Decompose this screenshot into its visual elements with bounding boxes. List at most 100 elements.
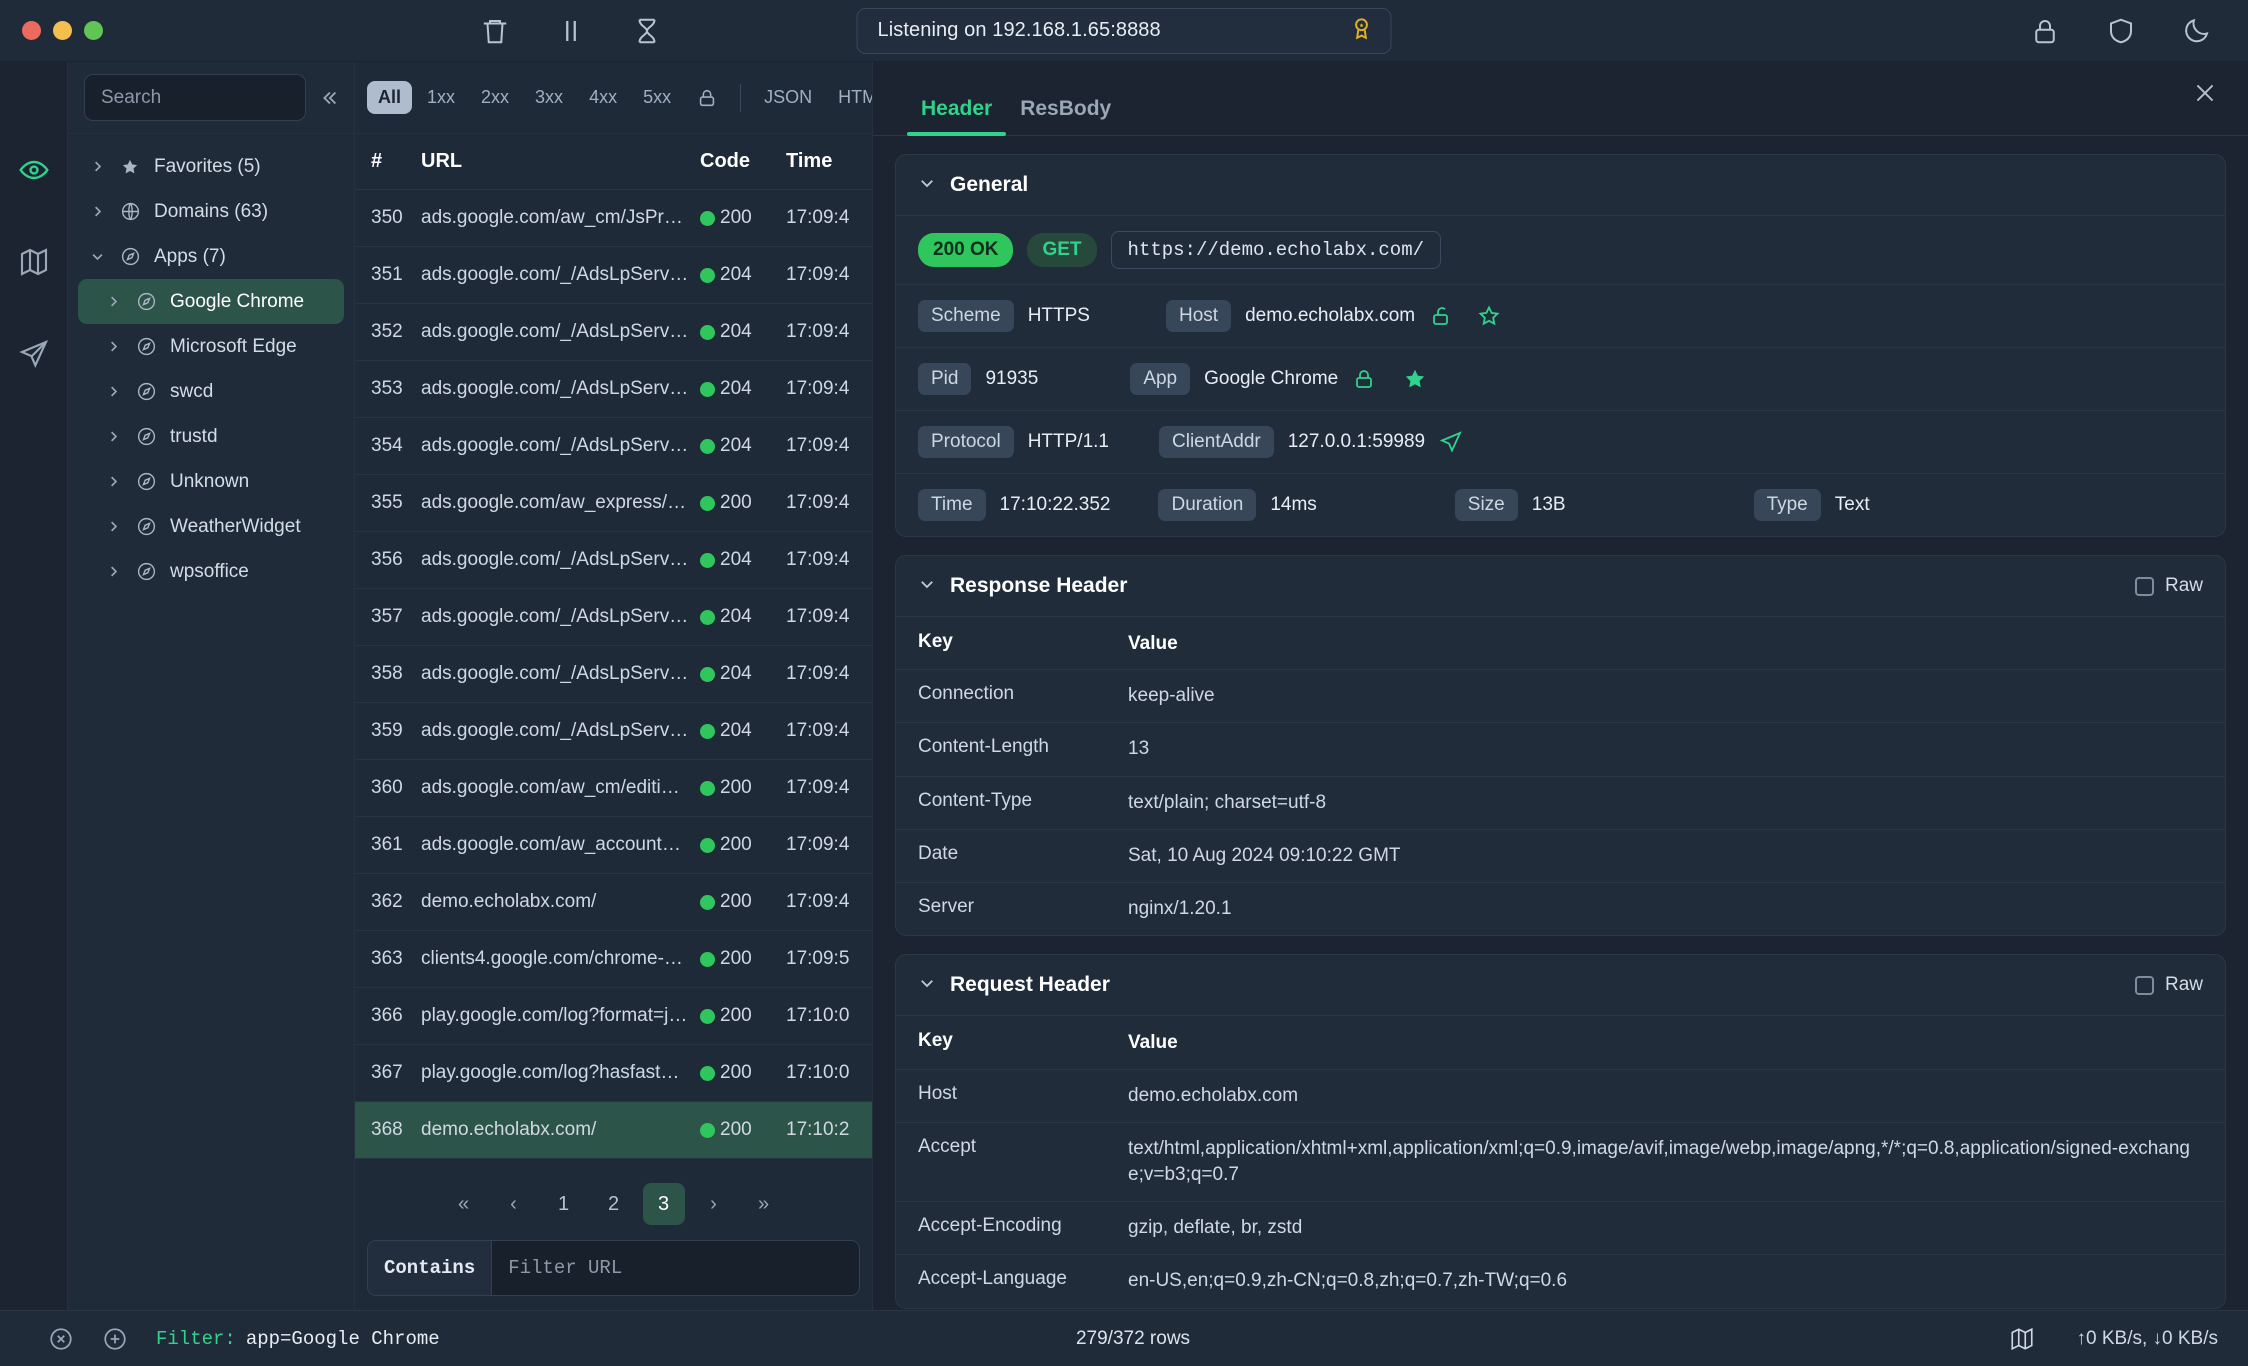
circle-x-icon[interactable] <box>48 1326 74 1352</box>
response-raw-toggle[interactable]: Raw <box>2134 575 2203 597</box>
filter-url-input[interactable]: Filter URL <box>492 1241 859 1295</box>
request-header-card-header[interactable]: Request Header Raw <box>896 955 2225 1015</box>
maximize-window-button[interactable] <box>84 21 103 40</box>
filter-type-html[interactable]: HTML <box>827 81 872 114</box>
filter-status-5xx[interactable]: 5xx <box>632 81 682 114</box>
sidebar-item-favorites-5[interactable]: Favorites (5) <box>78 144 344 189</box>
sidebar-item-google-chrome[interactable]: Google Chrome <box>78 279 344 324</box>
search-input[interactable]: Search <box>84 74 306 121</box>
minimize-window-button[interactable] <box>53 21 72 40</box>
filter-lock-icon[interactable] <box>686 81 728 115</box>
header-value: text/plain; charset=utf-8 <box>1128 791 1327 813</box>
collapse-sidebar-button[interactable] <box>312 81 346 115</box>
filter-status-1xx[interactable]: 1xx <box>416 81 466 114</box>
unlock-icon[interactable] <box>1429 304 1453 328</box>
pagination-prev[interactable]: ‹ <box>493 1183 535 1225</box>
tab-resbody[interactable]: ResBody <box>1006 97 1125 135</box>
star-outline-icon[interactable] <box>1477 304 1501 328</box>
shield-icon[interactable] <box>2104 14 2138 48</box>
table-row[interactable]: 355 ads.google.com/aw_express/management/… <box>355 475 872 532</box>
lock-icon[interactable] <box>2028 14 2062 48</box>
sidebar-item-apps-7[interactable]: Apps (7) <box>78 234 344 279</box>
chevron-right-icon[interactable] <box>106 564 122 579</box>
sidebar-item-unknown[interactable]: Unknown <box>78 459 344 504</box>
pagination-page-3[interactable]: 3 <box>642 1183 685 1225</box>
pagination-page-1[interactable]: 1 <box>543 1183 585 1225</box>
rail-item-monitor[interactable] <box>10 148 58 192</box>
general-card-header[interactable]: General <box>896 155 2225 215</box>
table-row[interactable]: 351 ads.google.com/_/AdsLpServingHttp/csp… <box>355 247 872 304</box>
chevron-right-icon[interactable] <box>106 384 122 399</box>
close-window-button[interactable] <box>22 21 41 40</box>
detail-scroll-area[interactable]: General 200 OK GET https://demo.echolabx… <box>873 136 2248 1310</box>
table-row[interactable]: 356 ads.google.com/_/AdsLpServingHttp/csp… <box>355 532 872 589</box>
filter-status-3xx[interactable]: 3xx <box>524 81 574 114</box>
request-raw-toggle[interactable]: Raw <box>2134 974 2203 996</box>
pagination-next[interactable]: › <box>693 1183 735 1225</box>
pagination-first[interactable]: « <box>443 1183 485 1225</box>
chevron-right-icon[interactable] <box>90 159 106 174</box>
chevron-right-icon[interactable] <box>90 204 106 219</box>
pagination: «‹ 1 2 3 ›» <box>355 1168 872 1240</box>
close-icon[interactable] <box>2188 76 2222 110</box>
chevron-right-icon[interactable] <box>106 429 122 444</box>
moon-icon[interactable] <box>2180 14 2214 48</box>
sidebar-item-wpsoffice[interactable]: wpsoffice <box>78 549 344 594</box>
pagination-last[interactable]: » <box>743 1183 785 1225</box>
filter-status-all[interactable]: All <box>367 81 413 114</box>
checkbox-icon[interactable] <box>2134 576 2154 596</box>
table-row[interactable]: 363 clients4.google.com/chrome-sync/comma… <box>355 931 872 988</box>
table-row[interactable]: 357 ads.google.com/_/AdsLpServingHttp/csp… <box>355 589 872 646</box>
pagination-page-2[interactable]: 2 <box>593 1183 635 1225</box>
table-row[interactable]: 359 ads.google.com/_/AdsLpServingHttp/csp… <box>355 703 872 760</box>
table-row[interactable]: 366 play.google.com/log?format=json&hasfa… <box>355 988 872 1045</box>
table-row[interactable]: 360 ads.google.com/aw_cm/editing/JsPrefet… <box>355 760 872 817</box>
table-row[interactable]: 353 ads.google.com/_/AdsLpServingHttp/csp… <box>355 361 872 418</box>
chevron-down-icon[interactable] <box>918 974 936 997</box>
rail-item-send[interactable] <box>10 332 58 376</box>
chevron-down-icon[interactable] <box>90 249 106 264</box>
sidebar-item-swcd[interactable]: swcd <box>78 369 344 414</box>
pause-icon[interactable] <box>554 14 588 48</box>
table-row[interactable]: 350 ads.google.com/aw_cm/JsPrefetch?origi… <box>355 190 872 247</box>
response-header-card-header[interactable]: Response Header Raw <box>896 556 2225 616</box>
hourglass-icon[interactable] <box>630 14 664 48</box>
sidebar-item-domains-63[interactable]: Domains (63) <box>78 189 344 234</box>
checkbox-icon[interactable] <box>2134 975 2154 995</box>
filter-status-4xx[interactable]: 4xx <box>578 81 628 114</box>
sidebar-item-trustd[interactable]: trustd <box>78 414 344 459</box>
chevron-right-icon[interactable] <box>106 294 122 309</box>
map-icon[interactable] <box>2009 1326 2035 1352</box>
chevron-down-icon[interactable] <box>918 174 936 197</box>
table-row[interactable]: 354 ads.google.com/_/AdsLpServingHttp/csp… <box>355 418 872 475</box>
sidebar-item-weatherwidget[interactable]: WeatherWidget <box>78 504 344 549</box>
list-header: # URL Code Time <box>355 134 872 190</box>
sidebar-item-microsoft-edge[interactable]: Microsoft Edge <box>78 324 344 369</box>
send-icon[interactable] <box>1439 430 1463 454</box>
table-row[interactable]: 368 demo.echolabx.com/200 17:10:2 <box>355 1102 872 1159</box>
trash-icon[interactable] <box>478 14 512 48</box>
row-url: ads.google.com/_/AdsLpServingHttp/csprep… <box>421 378 700 399</box>
table-row[interactable]: 362 demo.echolabx.com/200 17:09:4 <box>355 874 872 931</box>
chevron-right-icon[interactable] <box>106 474 122 489</box>
star-filled-icon[interactable] <box>1402 366 1428 392</box>
request-url[interactable]: https://demo.echolabx.com/ <box>1110 231 1441 269</box>
filter-mode-button[interactable]: Contains <box>368 1241 493 1295</box>
table-row[interactable]: 352 ads.google.com/_/AdsLpServingHttp/csp… <box>355 304 872 361</box>
header-row: Server nginx/1.20.1 <box>896 882 2225 935</box>
lock-icon[interactable] <box>1352 367 1376 391</box>
table-row[interactable]: 367 play.google.com/log?hasfast=true&auth… <box>355 1045 872 1102</box>
value-type: Text <box>1834 494 1870 515</box>
table-row[interactable]: 361 ads.google.com/aw_accountonboarding/J… <box>355 817 872 874</box>
rail-item-map[interactable] <box>10 240 58 284</box>
chevron-right-icon[interactable] <box>106 519 122 534</box>
filter-status-2xx[interactable]: 2xx <box>470 81 520 114</box>
chevron-down-icon[interactable] <box>918 575 936 598</box>
chevron-right-icon[interactable] <box>106 339 122 354</box>
filter-type-json[interactable]: JSON <box>753 81 823 114</box>
circle-plus-icon[interactable] <box>102 1326 128 1352</box>
tab-header[interactable]: Header <box>907 97 1007 136</box>
certificate-icon[interactable] <box>1349 15 1375 46</box>
table-row[interactable]: 358 ads.google.com/_/AdsLpServingHttp/csp… <box>355 646 872 703</box>
listening-address-box[interactable]: Listening on 192.168.1.65:8888 <box>856 7 1392 54</box>
